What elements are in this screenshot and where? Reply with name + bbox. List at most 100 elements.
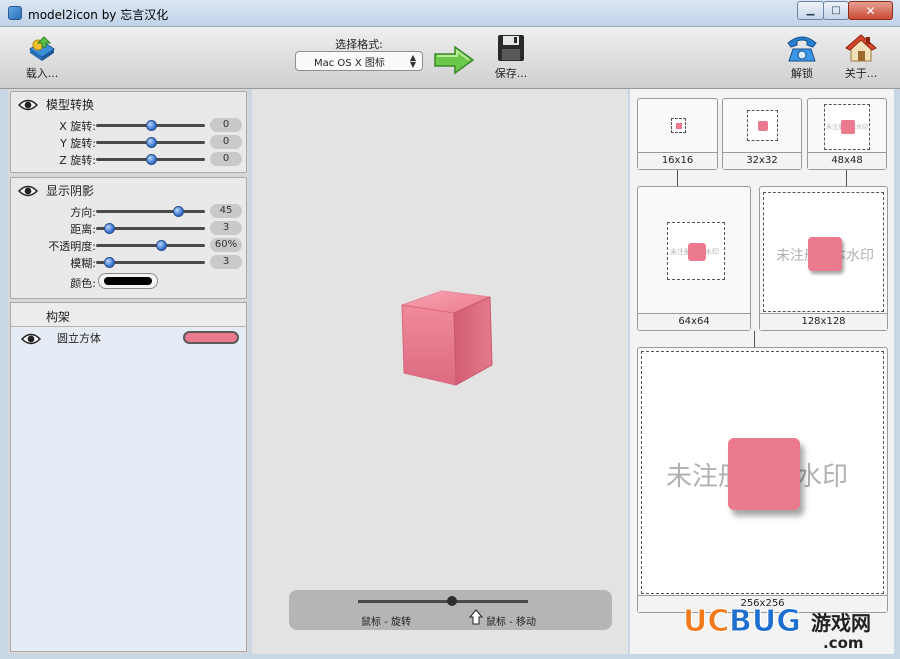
slider-thumb[interactable] [156, 240, 168, 251]
cube-thumbnail [758, 121, 768, 131]
save-label: 保存... [494, 67, 528, 80]
slider-label: 距离: [70, 223, 96, 236]
close-button[interactable]: ✕ [848, 1, 893, 20]
minimize-button[interactable]: ▁ [797, 1, 824, 20]
svg-text:BUG: BUG [729, 604, 801, 639]
preview-48[interactable]: 未注册版本水印 48x48 [807, 98, 887, 170]
section-title: 模型转换 [46, 98, 95, 112]
import-button[interactable]: 载入... [20, 33, 64, 81]
z-rotation-row: Z 旋转: 0 [11, 151, 248, 167]
export-arrow-icon [434, 45, 475, 75]
x-rotation-slider[interactable] [96, 120, 205, 131]
cube-thumbnail [676, 123, 682, 129]
preview-frame [747, 110, 778, 141]
cube-thumbnail [841, 120, 855, 134]
cube-thumbnail [808, 237, 842, 271]
preview-256[interactable]: 未注册版本水印 256x256 [637, 347, 888, 613]
home-icon [845, 34, 877, 62]
mouse-controls-bar: 鼠标 - 旋转 鼠标 - 移动 [289, 590, 612, 630]
maximize-icon: □ [831, 5, 841, 16]
ucbug-logo-graphic: UC BUG 游戏网 .com [683, 604, 872, 653]
blur-slider[interactable] [96, 257, 205, 268]
window-title: model2icon by 忘言汉化 [28, 8, 169, 22]
preview-size-label: 32x32 [723, 152, 801, 169]
move-hint: 鼠标 - 移动 [486, 617, 536, 628]
opacity-row: 不透明度: 60% [11, 237, 248, 253]
z-rotation-slider[interactable] [96, 154, 205, 165]
y-rotation-value[interactable]: 0 [210, 135, 242, 149]
about-button[interactable]: 关于... [836, 33, 886, 81]
svg-text:.com: .com [823, 634, 864, 651]
cube-thumbnail [728, 438, 800, 510]
save-button[interactable]: 保存... [486, 33, 536, 81]
svg-text:UC: UC [683, 604, 729, 639]
format-label: 选择格式: [335, 38, 383, 51]
preview-size-label: 48x48 [808, 152, 886, 169]
structure-panel: 构架 圆立方体 [10, 302, 247, 652]
connector-line [677, 170, 678, 187]
distance-slider[interactable] [96, 223, 205, 234]
blur-row: 模糊: 3 [11, 254, 248, 270]
3d-viewport[interactable]: 鼠标 - 旋转 鼠标 - 移动 [252, 89, 628, 654]
cube-model [401, 290, 493, 386]
preview-64[interactable]: 未注册版本水印 64x64 [637, 186, 751, 331]
distance-row: 距离: 3 [11, 220, 248, 236]
shadow-color-swatch[interactable] [98, 273, 158, 289]
connector-line [846, 170, 847, 187]
eye-icon[interactable] [18, 99, 38, 111]
blur-value[interactable]: 3 [210, 255, 242, 269]
opacity-value[interactable]: 60% [210, 238, 242, 252]
preview-frame: 未注册版本水印 [667, 222, 725, 280]
rotate-hint: 鼠标 - 旋转 [361, 617, 411, 628]
slider-thumb[interactable] [172, 206, 184, 217]
unlock-label: 解锁 [791, 67, 813, 80]
structure-title: 构架 [46, 310, 71, 324]
svg-text:游戏网: 游戏网 [811, 611, 871, 635]
y-rotation-row: Y 旋转: 0 [11, 134, 248, 150]
eye-icon[interactable] [21, 333, 41, 345]
shift-key-icon [469, 609, 483, 625]
zoom-slider[interactable] [358, 600, 528, 603]
maximize-button[interactable]: □ [823, 1, 849, 20]
app-icon [8, 6, 22, 20]
slider-thumb[interactable] [145, 120, 157, 131]
unlock-button[interactable]: 解锁 [779, 33, 825, 81]
slider-thumb[interactable] [145, 137, 157, 148]
preview-128[interactable]: 未注册版本水印 128x128 [759, 186, 888, 331]
direction-slider[interactable] [96, 206, 205, 217]
slider-thumb[interactable] [104, 257, 116, 268]
x-rotation-value[interactable]: 0 [210, 118, 242, 132]
preview-32[interactable]: 32x32 [722, 98, 802, 170]
slider-thumb[interactable] [145, 154, 157, 165]
ucbug-logo: UC BUG 游戏网 .com [683, 603, 893, 653]
direction-row: 方向: 45 [11, 203, 248, 219]
slider-label: Y 旋转: [60, 137, 96, 150]
floppy-disk-icon [498, 35, 524, 61]
preview-panel: 16x16 32x32 未注册版本水印 48x48 未注册版本水印 64x64 … [630, 89, 894, 654]
zoom-slider-thumb[interactable] [447, 596, 457, 606]
import-icon [29, 36, 55, 61]
close-icon: ✕ [865, 3, 876, 18]
x-rotation-row: X 旋转: 0 [11, 117, 248, 133]
preview-frame: 未注册版本水印 [641, 351, 884, 594]
format-select[interactable]: Mac OS X 图标 ▲ ▼ [295, 51, 423, 71]
about-label: 关于... [844, 67, 878, 80]
slider-label: Z 旋转: [59, 154, 96, 167]
preview-size-label: 64x64 [638, 313, 750, 330]
cube-thumbnail [688, 243, 706, 261]
color-fill [104, 277, 152, 285]
distance-value[interactable]: 3 [210, 221, 242, 235]
preview-16[interactable]: 16x16 [637, 98, 718, 170]
slider-thumb[interactable] [104, 223, 116, 234]
tree-item[interactable]: 圆立方体 [11, 327, 246, 349]
opacity-slider[interactable] [96, 240, 205, 251]
y-rotation-slider[interactable] [96, 137, 205, 148]
eye-icon[interactable] [18, 185, 38, 197]
direction-value[interactable]: 45 [210, 204, 242, 218]
z-rotation-value[interactable]: 0 [210, 152, 242, 166]
left-panel: 模型转换 X 旋转: 0 Y 旋转: 0 Z 旋转: 0 显示阴影 方向: 45… [8, 89, 249, 654]
shadow-section: 显示阴影 方向: 45 距离: 3 不透明度: 60% 模糊: 3 颜色: [10, 177, 247, 299]
object-color-swatch[interactable] [183, 331, 239, 344]
section-header: 显示阴影 [18, 182, 94, 199]
preview-size-label: 128x128 [760, 313, 887, 330]
